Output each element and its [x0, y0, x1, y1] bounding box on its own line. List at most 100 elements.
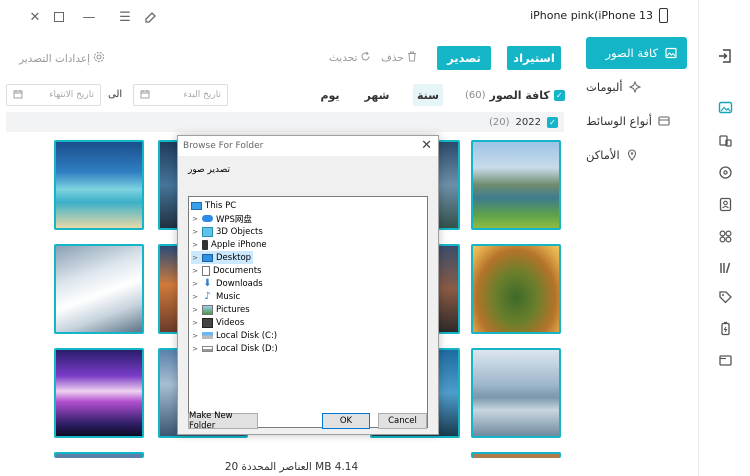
tree-item-this-pc[interactable]: This PC — [191, 199, 236, 212]
battery-icon[interactable] — [716, 319, 734, 337]
tab-month[interactable]: شهر — [362, 84, 392, 106]
tab-year[interactable]: سنة — [413, 84, 443, 106]
refresh-button[interactable]: تحديث — [329, 51, 371, 65]
desktop-icon — [202, 253, 213, 262]
tree-item-pictures[interactable]: > Pictures — [191, 303, 250, 316]
checkbox-checked-icon[interactable]: ✓ — [547, 116, 558, 128]
chevron-right-icon[interactable]: > — [191, 293, 199, 301]
folder-tree[interactable]: This PC > WPS网盘 > 3D Objects > Apple iPh… — [188, 196, 428, 428]
tree-item-apple-iphone[interactable]: > Apple iPhone — [191, 238, 267, 251]
end-date-placeholder: تاريخ الانتهاء — [49, 90, 94, 100]
books-icon[interactable] — [716, 258, 734, 276]
feedback-icon[interactable] — [141, 8, 159, 26]
album-icon — [629, 81, 642, 94]
disk-icon — [202, 345, 213, 352]
close-icon[interactable]: ✕ — [26, 8, 44, 26]
tree-item-local-disk-c[interactable]: > Local Disk (C:) — [191, 329, 277, 342]
calendar-icon — [13, 89, 23, 102]
chevron-right-icon[interactable]: > — [191, 215, 199, 223]
tree-item-desktop[interactable]: > Desktop — [191, 251, 254, 264]
make-new-folder-button[interactable]: Make New Folder — [188, 411, 258, 431]
photo-thumbnail[interactable] — [54, 140, 144, 230]
chevron-right-icon[interactable]: > — [191, 267, 199, 275]
photo-thumbnail[interactable] — [54, 244, 144, 334]
sidebar-item-places[interactable]: الأماكن — [586, 139, 687, 171]
calendar-icon — [140, 89, 150, 102]
chevron-right-icon[interactable]: > — [191, 306, 199, 314]
disk-icon — [202, 332, 213, 339]
trash-icon — [407, 51, 417, 65]
tree-item-local-disk-d[interactable]: > Local Disk (D:) — [191, 342, 278, 355]
start-date-field[interactable]: تاريخ البدء — [133, 84, 228, 106]
chevron-down-icon[interactable]: ⌄ — [590, 83, 598, 93]
tag-icon[interactable] — [716, 288, 734, 306]
ok-button[interactable]: OK — [322, 413, 370, 429]
tree-item-downloads[interactable]: > ⬇ Downloads — [191, 277, 263, 290]
status-bar: 4.14 MB العناصر المحددة 20 — [224, 461, 359, 473]
music-disc-icon[interactable] — [716, 163, 734, 181]
transfer-icon[interactable] — [716, 131, 734, 149]
exit-icon[interactable] — [716, 47, 734, 65]
tree-item-music[interactable]: > ♪ Music — [191, 290, 240, 303]
year-group-header[interactable]: (20) 2022 ✓ — [6, 112, 564, 132]
minimize-icon[interactable]: — — [80, 8, 98, 26]
year-count: (20) — [489, 116, 510, 128]
tree-item-videos[interactable]: > Videos — [191, 316, 244, 329]
chevron-right-icon[interactable]: > — [191, 254, 199, 262]
sidebar: كافة الصور ألبومات ⌄ أنواع الوسائط الأما… — [583, 34, 698, 476]
cancel-button[interactable]: Cancel — [378, 413, 427, 429]
icon-rail — [698, 0, 750, 476]
browse-folder-dialog: Browse For Folder ✕ تصدير صور This PC > … — [177, 135, 439, 435]
export-settings-button[interactable]: إعدادات التصدير — [19, 51, 105, 66]
toolbar: استيراد تصدير حذف تحديث إعدادات التصدير — [0, 42, 583, 72]
end-date-field[interactable]: تاريخ الانتهاء — [6, 84, 101, 106]
photos-icon[interactable] — [716, 98, 734, 116]
title-bar: ✕ — ☰ iPhone pink(iPhone 13 — [0, 0, 698, 34]
all-photos-label: كافة الصور — [489, 89, 550, 102]
photo-thumbnail[interactable] — [54, 348, 144, 438]
refresh-icon — [360, 51, 371, 65]
sidebar-item-all-photos[interactable]: كافة الصور — [586, 37, 687, 69]
phone-icon — [202, 239, 208, 250]
photo-thumbnail[interactable] — [471, 140, 561, 230]
tab-day[interactable]: يوم — [315, 84, 345, 106]
device-selector[interactable]: iPhone pink(iPhone 13 — [530, 8, 668, 23]
to-label: الى — [108, 89, 123, 100]
export-button[interactable]: تصدير — [437, 46, 491, 70]
cloud-icon — [202, 215, 213, 222]
chevron-right-icon[interactable]: > — [191, 241, 199, 249]
tree-item-documents[interactable]: > Documents — [191, 264, 261, 277]
cube-icon — [202, 226, 213, 237]
photo-thumbnail[interactable] — [471, 348, 561, 438]
chevron-right-icon[interactable]: > — [191, 228, 199, 236]
menu-icon[interactable]: ☰ — [116, 8, 134, 26]
chevron-right-icon[interactable]: > — [191, 332, 199, 340]
maximize-icon[interactable] — [50, 8, 68, 26]
pictures-icon — [202, 304, 213, 315]
sidebar-item-label: الأماكن — [586, 148, 620, 162]
delete-button[interactable]: حذف — [381, 51, 417, 65]
chevron-right-icon[interactable]: > — [191, 280, 199, 288]
location-pin-icon — [626, 149, 639, 162]
photo-thumbnail[interactable] — [471, 244, 561, 334]
tree-item-wps[interactable]: > WPS网盘 — [191, 212, 252, 225]
year-label: 2022 — [515, 116, 541, 128]
all-photos-checkbox-row[interactable]: ✓ كافة الصور (60) — [465, 89, 565, 102]
tree-item-3d-objects[interactable]: > 3D Objects — [191, 225, 263, 238]
close-icon[interactable]: ✕ — [421, 138, 432, 153]
all-photos-count: (60) — [465, 90, 486, 101]
sidebar-item-albums[interactable]: ألبومات ⌄ — [586, 71, 687, 103]
checkbox-checked-icon[interactable]: ✓ — [553, 90, 565, 101]
contacts-icon[interactable] — [716, 195, 734, 213]
image-icon — [664, 47, 677, 60]
folder-icon[interactable] — [716, 351, 734, 369]
chevron-right-icon[interactable]: > — [191, 345, 199, 353]
import-button[interactable]: استيراد — [507, 46, 561, 70]
sidebar-item-media-types[interactable]: أنواع الوسائط — [586, 105, 687, 137]
documents-icon — [202, 265, 210, 276]
app-window: ✕ — ☰ iPhone pink(iPhone 13 كافة الصور أ… — [0, 0, 750, 476]
computer-icon — [191, 201, 202, 210]
apps-icon[interactable] — [716, 227, 734, 245]
music-icon: ♪ — [204, 290, 211, 302]
chevron-right-icon[interactable]: > — [191, 319, 199, 327]
